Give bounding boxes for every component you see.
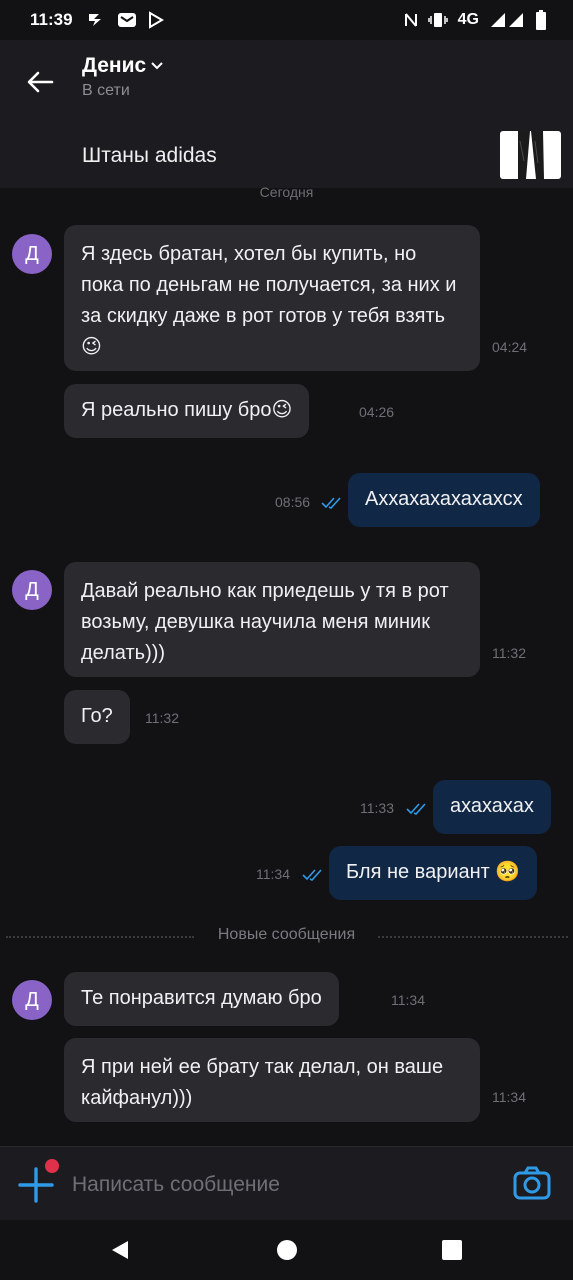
network-type: 4G	[457, 11, 479, 28]
message-text: Те понравится думаю бро	[81, 987, 322, 1009]
home-nav-icon[interactable]	[275, 1238, 299, 1262]
incoming-message[interactable]: Давай реально как приедешь у тя в рот во…	[64, 562, 480, 677]
message-time: 11:34	[391, 992, 425, 1008]
chevron-down-icon	[151, 62, 163, 70]
incoming-message[interactable]: Те понравится думаю бро	[64, 972, 339, 1026]
message-time: 11:33	[360, 800, 394, 816]
double-check-icon	[302, 869, 322, 881]
message-time: 08:56	[275, 494, 311, 510]
recents-nav-icon[interactable]	[440, 1238, 464, 1262]
avatar[interactable]: Д	[12, 234, 52, 274]
message-time: 11:32	[492, 645, 526, 661]
date-separator: Сегодня	[259, 184, 314, 200]
arrow-left-icon	[27, 71, 54, 93]
signal-icon	[489, 12, 525, 28]
data-saver-icon	[87, 12, 107, 28]
message-text: Бля не вариант 🥺	[346, 861, 521, 883]
message-text: Давай реально как приедешь у тя в рот во…	[81, 580, 449, 664]
outgoing-message[interactable]: Бля не вариант 🥺	[329, 846, 538, 900]
message-text: Го?	[81, 705, 113, 727]
message-text: Я реально пишу бро😉	[81, 399, 293, 421]
listing-title: Штаны adidas	[82, 144, 217, 167]
outgoing-message[interactable]: ахахахах	[433, 780, 551, 834]
message-time: 11:34	[256, 866, 290, 882]
play-store-icon	[147, 11, 165, 29]
status-time: 11:39	[30, 10, 73, 29]
back-nav-icon[interactable]	[108, 1238, 132, 1262]
message-time: 04:24	[492, 339, 528, 355]
message-time: 11:34	[492, 1089, 526, 1105]
camera-icon[interactable]	[512, 1165, 552, 1201]
new-messages-label: Новые сообщения	[217, 926, 356, 943]
avatar[interactable]: Д	[12, 570, 52, 610]
battery-icon	[535, 10, 547, 30]
message-time: 11:32	[145, 710, 179, 726]
message-text: Я здесь братан, хотел бы купить, но пока…	[81, 243, 457, 358]
message-text: ахахахах	[450, 795, 534, 817]
new-messages-separator: Новые сообщения	[0, 924, 573, 948]
nfc-icon	[404, 12, 418, 28]
message-text: Аххахахахахахсх	[365, 488, 523, 510]
message-input[interactable]	[70, 1169, 474, 1201]
system-navigation-bar	[0, 1220, 573, 1280]
vibrate-icon	[427, 12, 448, 28]
mail-icon	[117, 12, 137, 28]
listing-thumbnail[interactable]	[500, 131, 561, 179]
message-time: 04:26	[359, 404, 395, 420]
outgoing-message[interactable]: Аххахахахахахсх	[348, 473, 540, 527]
double-check-icon	[406, 803, 426, 815]
incoming-message[interactable]: Го?	[64, 690, 130, 744]
message-text: Я при ней ее брату так делал, он ваше ка…	[81, 1056, 444, 1109]
contact-name: Денис	[82, 54, 147, 77]
listing-bar[interactable]: Штаны adidas	[0, 122, 573, 188]
avatar[interactable]: Д	[12, 980, 52, 1020]
double-check-icon	[321, 497, 341, 509]
contact-status: В сети	[82, 82, 130, 99]
back-button[interactable]	[22, 64, 58, 100]
notification-dot	[45, 1159, 59, 1173]
incoming-message[interactable]: Я при ней ее брату так делал, он ваше ка…	[64, 1038, 480, 1122]
incoming-message[interactable]: Я здесь братан, хотел бы купить, но пока…	[64, 225, 480, 371]
message-composer	[0, 1146, 573, 1220]
status-bar: 11:39 4G	[0, 0, 573, 40]
contact-info[interactable]: Денис В сети	[82, 54, 164, 100]
chat-header: Денис В сети	[0, 40, 573, 122]
incoming-message[interactable]: Я реально пишу бро😉	[64, 384, 310, 438]
